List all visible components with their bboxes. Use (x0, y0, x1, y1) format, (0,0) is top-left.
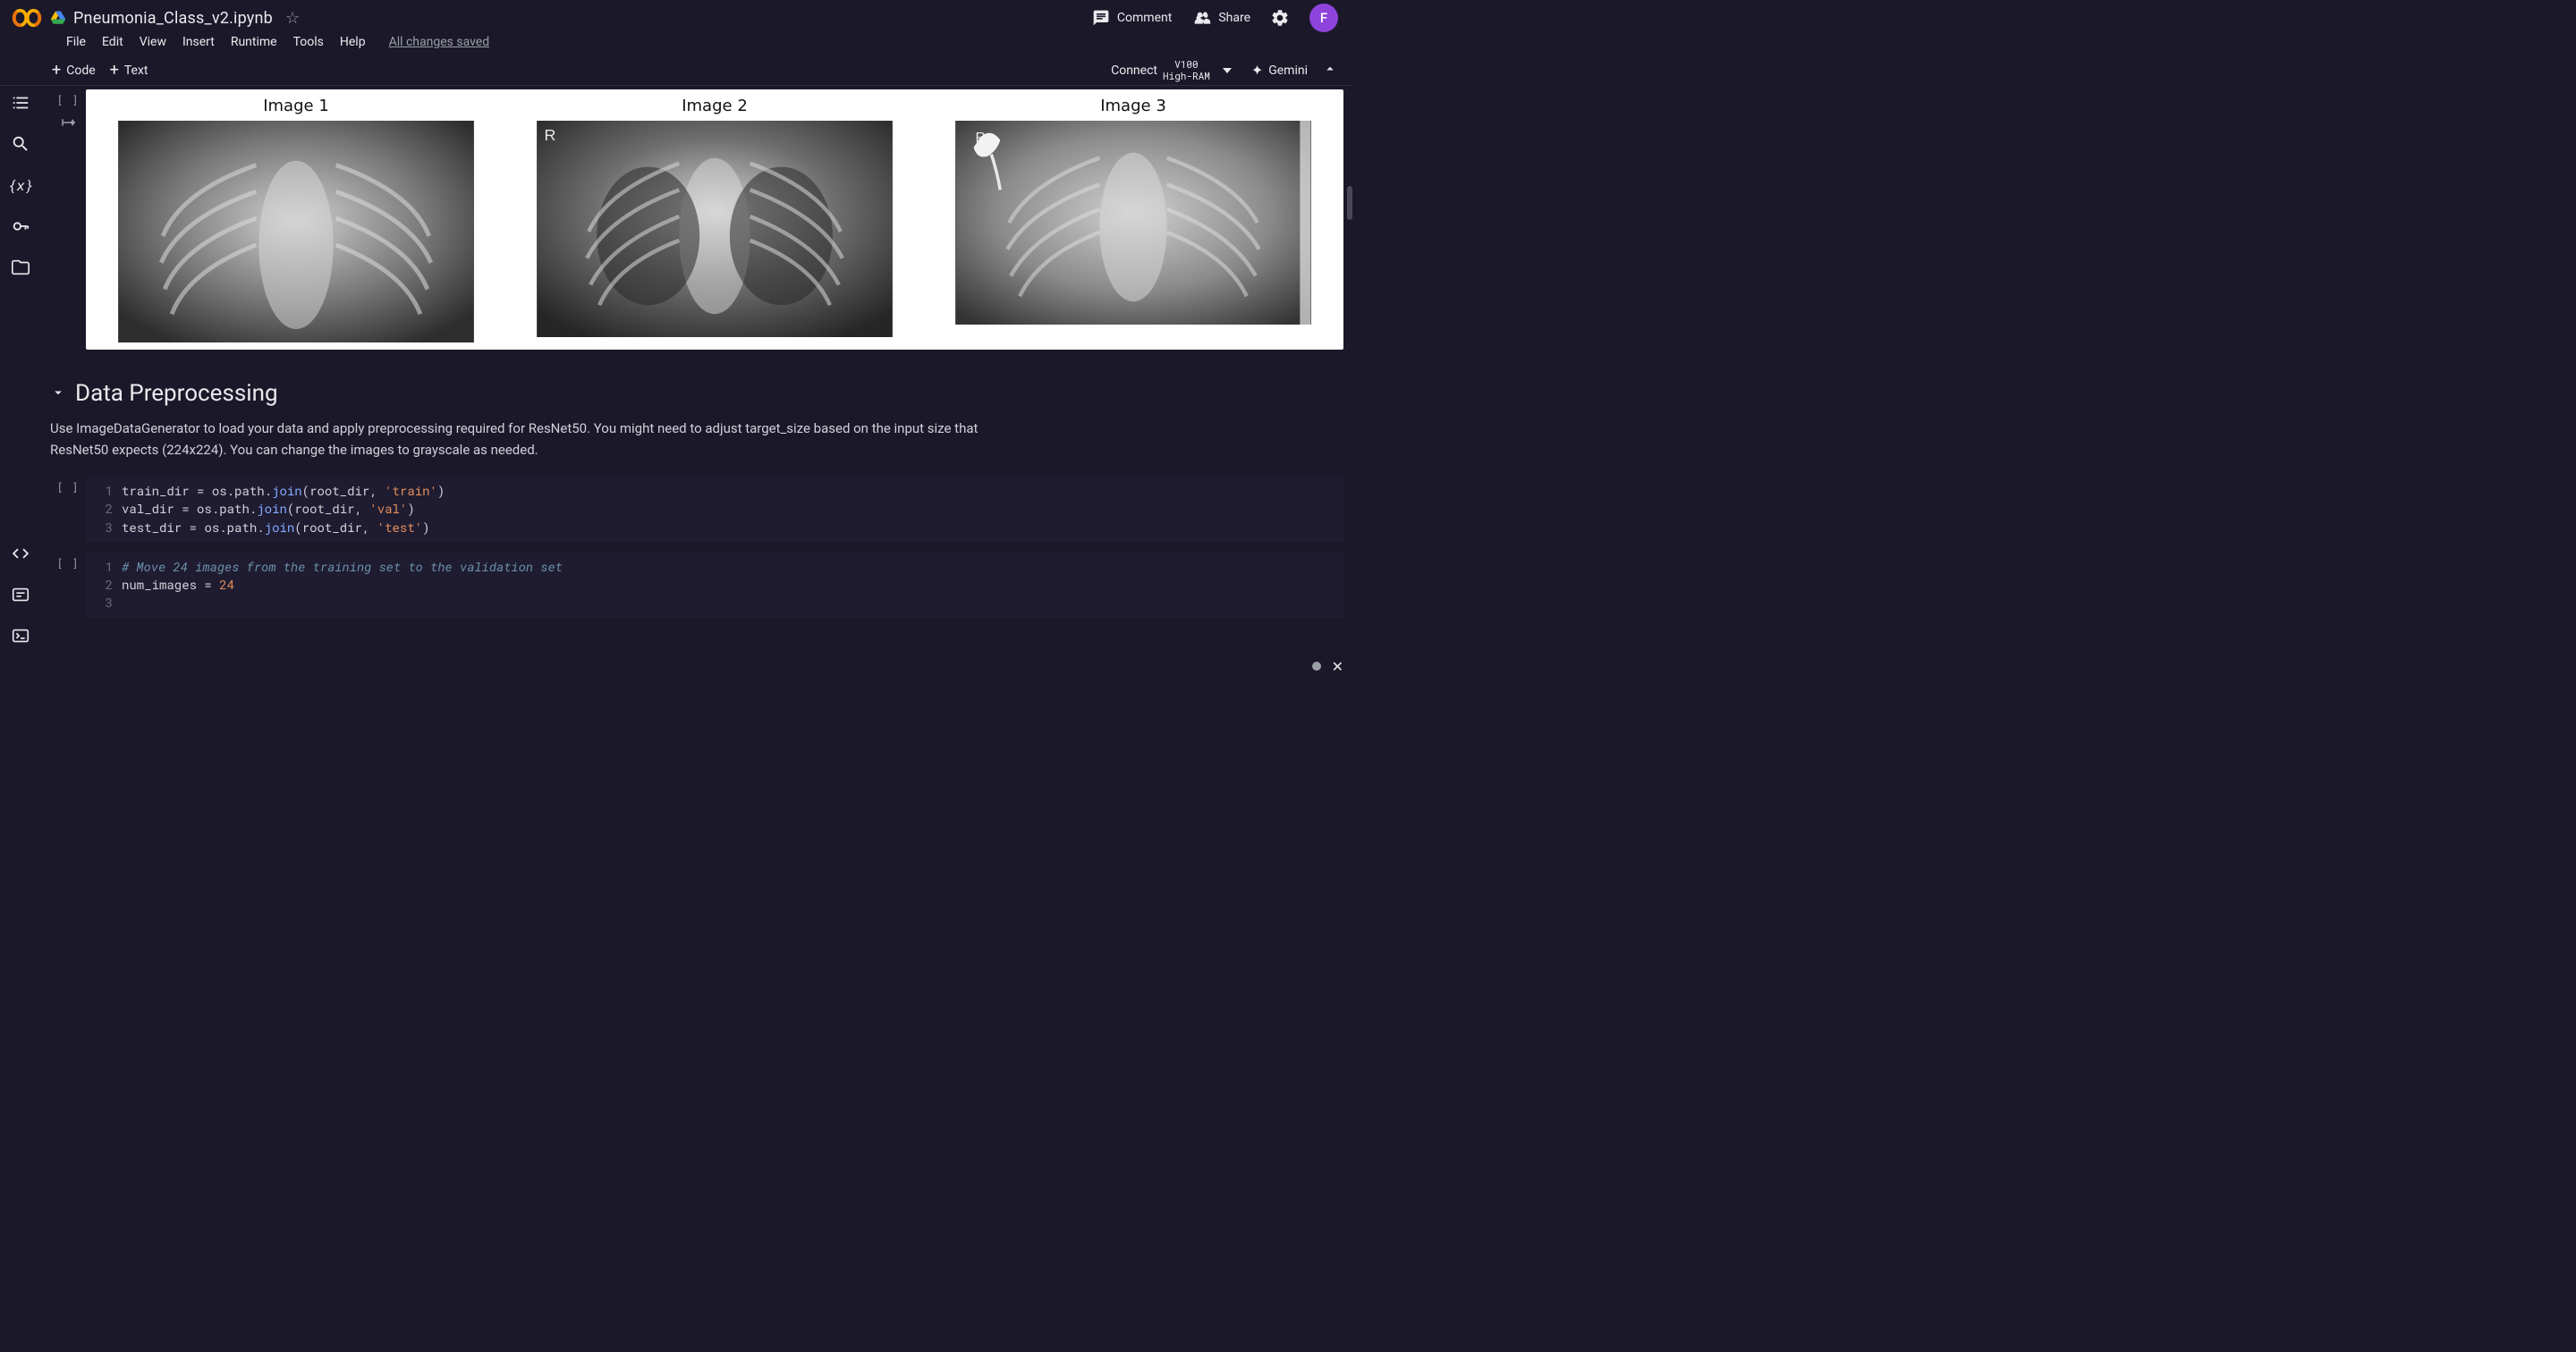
menu-edit[interactable]: Edit (102, 35, 123, 49)
section-heading-text: Data Preprocessing (75, 380, 278, 407)
command-palette-icon[interactable] (11, 585, 30, 604)
exec-indicator[interactable]: [ ] (57, 93, 80, 107)
exec-indicator[interactable]: [ ] (57, 556, 80, 570)
menu-file[interactable]: File (66, 35, 86, 49)
xray-image-3: R (955, 121, 1311, 325)
secrets-icon[interactable] (11, 216, 30, 236)
status-bar: ✕ (0, 656, 1352, 676)
sparkle-icon: ✦ (1251, 62, 1263, 79)
comment-icon (1092, 9, 1110, 27)
menu-help[interactable]: Help (340, 35, 366, 49)
gemini-button[interactable]: ✦ Gemini (1251, 62, 1308, 79)
chevron-down-icon[interactable] (50, 380, 66, 407)
image-caption-2: Image 2 (682, 93, 748, 119)
exec-indicator[interactable]: [ ] (57, 480, 80, 494)
output-cell: [ ] Image 1 (50, 89, 1343, 350)
add-code-button[interactable]: +Code (45, 61, 103, 80)
star-icon[interactable]: ☆ (285, 9, 300, 28)
menu-tools[interactable]: Tools (293, 35, 324, 49)
avatar[interactable]: F (1309, 4, 1338, 32)
toc-icon[interactable] (11, 93, 30, 113)
menubar: File Edit View Insert Runtime Tools Help… (0, 30, 1352, 55)
connect-button[interactable]: Connect V100 High-RAM (1111, 59, 1239, 80)
files-icon[interactable] (11, 258, 30, 277)
colab-logo (11, 7, 43, 29)
connect-label: Connect (1111, 63, 1157, 78)
scrollbar-thumb[interactable] (1347, 186, 1352, 220)
notebook-area[interactable]: [ ] Image 1 (41, 86, 1352, 656)
code-cell-1[interactable]: [ ] 1train_dir = os.path.join(root_dir, … (50, 477, 1343, 542)
matplotlib-output: Image 1 Image 2 (86, 89, 1343, 350)
variables-icon[interactable]: {x} (11, 175, 30, 195)
image-caption-3: Image 3 (1100, 93, 1166, 119)
share-icon (1193, 9, 1211, 27)
svg-text:R: R (545, 126, 556, 144)
xray-image-2: R (537, 121, 893, 337)
text-cell[interactable]: Data Preprocessing Use ImageDataGenerato… (50, 355, 1343, 461)
section-body: Use ImageDataGenerator to load your data… (50, 418, 1007, 461)
runtime-type: V100 High-RAM (1163, 59, 1210, 80)
output-image-1: Image 1 (91, 93, 501, 342)
code-cell-2[interactable]: [ ] 1# Move 24 images from the training … (50, 553, 1343, 618)
output-image-2: Image 2 R (510, 93, 919, 342)
terminal-icon[interactable] (11, 626, 30, 646)
share-button[interactable]: Share (1186, 5, 1258, 30)
output-image-3: Image 3 R (928, 93, 1338, 342)
add-code-label: Code (66, 63, 95, 78)
collapse-toolbar-icon[interactable] (1322, 61, 1338, 80)
section-heading[interactable]: Data Preprocessing (50, 380, 1343, 407)
code-editor[interactable]: 1# Move 24 images from the training set … (86, 553, 1343, 618)
status-dot-icon[interactable] (1312, 662, 1321, 671)
menu-runtime[interactable]: Runtime (231, 35, 277, 49)
notebook-title[interactable]: Pneumonia_Class_v2.ipynb (73, 9, 273, 28)
close-icon[interactable]: ✕ (1332, 658, 1343, 675)
drive-icon (50, 10, 66, 26)
connect-dropdown-icon[interactable] (1223, 68, 1232, 73)
menu-view[interactable]: View (140, 35, 166, 49)
share-label: Share (1218, 11, 1250, 25)
left-rail: {x} (0, 86, 41, 656)
toolbar: +Code +Text Connect V100 High-RAM ✦ Gemi… (0, 55, 1352, 86)
move-cell-icon[interactable] (60, 114, 76, 134)
add-text-button[interactable]: +Text (103, 61, 156, 80)
save-status[interactable]: All changes saved (389, 35, 490, 49)
code-snippets-icon[interactable] (11, 544, 30, 563)
add-text-label: Text (124, 63, 148, 78)
image-caption-1: Image 1 (263, 93, 329, 119)
comment-button[interactable]: Comment (1085, 5, 1179, 30)
menu-insert[interactable]: Insert (182, 35, 215, 49)
gemini-label: Gemini (1268, 63, 1308, 78)
header-bar: Pneumonia_Class_v2.ipynb ☆ Comment Share… (0, 0, 1352, 30)
code-editor[interactable]: 1train_dir = os.path.join(root_dir, 'tra… (86, 477, 1343, 542)
gear-icon[interactable] (1270, 8, 1290, 28)
comment-label: Comment (1117, 11, 1172, 25)
xray-image-1 (118, 121, 474, 342)
search-icon[interactable] (11, 134, 30, 154)
